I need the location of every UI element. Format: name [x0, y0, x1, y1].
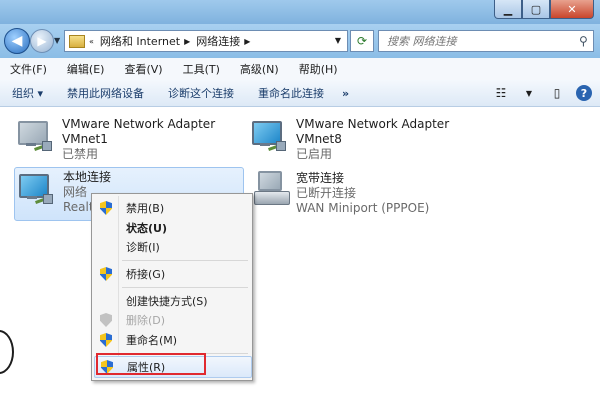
chevron-right-icon[interactable]: ▶: [184, 37, 190, 46]
menu-separator: [122, 260, 248, 261]
diagnose-button[interactable]: 诊断这个连接: [156, 85, 246, 101]
network-adapter-icon: [15, 170, 55, 210]
chevron-right-icon[interactable]: ▶: [244, 37, 250, 46]
uac-shield-icon: [100, 313, 112, 327]
menu-file[interactable]: 文件(F): [0, 61, 57, 77]
connection-name: VMware Network Adapter: [296, 117, 450, 131]
network-folder-icon: [69, 34, 85, 48]
connections-list: VMware Network Adapter VMnet1 已禁用 VMware…: [0, 107, 600, 409]
forward-button[interactable]: ▶: [30, 29, 54, 53]
uac-shield-icon: [100, 267, 112, 281]
menu-help[interactable]: 帮助(H): [289, 61, 348, 77]
connection-device: VMnet8: [296, 132, 342, 146]
minimize-button[interactable]: ▁: [494, 0, 522, 19]
breadcrumb-network-internet[interactable]: 网络和 Internet: [100, 33, 180, 49]
uac-shield-icon: [100, 333, 112, 347]
connection-status: 已启用: [296, 147, 333, 161]
connection-device: VMnet1: [62, 132, 108, 146]
search-icon[interactable]: ⚲: [579, 34, 588, 48]
disable-device-button[interactable]: 禁用此网络设备: [55, 85, 156, 101]
chevron-double-left-icon[interactable]: «: [89, 37, 94, 46]
menu-advanced[interactable]: 高级(N): [230, 61, 289, 77]
menu-edit[interactable]: 编辑(E): [57, 61, 115, 77]
command-bar: 组织 ▾ 禁用此网络设备 诊断这个连接 重命名此连接 » ☷ ▼ ▯ ?: [0, 80, 600, 107]
menu-view[interactable]: 查看(V): [114, 61, 172, 77]
help-icon[interactable]: ?: [576, 85, 592, 101]
recent-pages-dropdown[interactable]: ▼: [54, 36, 60, 45]
connection-name: 宽带连接: [296, 171, 345, 185]
menu-separator: [122, 287, 248, 288]
window-controls: ▁ ▢ ✕: [494, 0, 594, 19]
organize-button[interactable]: 组织 ▾: [0, 85, 55, 101]
menu-item-disable[interactable]: 禁用(B): [94, 198, 250, 218]
rename-connection-button[interactable]: 重命名此连接: [246, 85, 336, 101]
change-view-icon[interactable]: ☷: [492, 84, 510, 102]
back-button[interactable]: ◀: [4, 28, 30, 54]
search-box[interactable]: ⚲: [378, 30, 594, 52]
search-input[interactable]: [379, 33, 579, 49]
refresh-button[interactable]: ⟳: [350, 30, 374, 52]
menu-item-bridge[interactable]: 桥接(G): [94, 264, 250, 284]
connection-name: VMware Network Adapter: [62, 117, 216, 131]
more-commands-button[interactable]: »: [336, 87, 355, 100]
menu-item-status[interactable]: 状态(U): [94, 218, 250, 238]
broadband-modem-icon: [248, 171, 290, 211]
address-row: ◀ ▶ ▼ « 网络和 Internet ▶ 网络连接 ▶ ▼ ⟳ ⚲: [0, 24, 600, 58]
maximize-button[interactable]: ▢: [522, 0, 550, 19]
menu-item-delete: 删除(D): [94, 310, 250, 330]
connection-item-vmnet8[interactable]: VMware Network Adapter VMnet8 已启用: [248, 115, 468, 167]
connection-status: 已禁用: [62, 147, 99, 161]
view-dropdown-icon[interactable]: ▼: [520, 84, 538, 102]
breadcrumb-network-connections[interactable]: 网络连接: [196, 33, 240, 49]
network-adapter-icon: [248, 117, 288, 157]
menu-item-diagnose[interactable]: 诊断(I): [94, 237, 250, 257]
connection-status: WAN Miniport (PPPOE): [296, 201, 430, 215]
uac-shield-icon: [100, 201, 112, 215]
connection-item-broadband[interactable]: 宽带连接 已断开连接 WAN Miniport (PPPOE): [248, 169, 468, 221]
highlight-box: [96, 353, 206, 375]
title-bar: ▁ ▢ ✕: [0, 0, 600, 24]
network-adapter-icon: [14, 117, 54, 157]
connection-device: 已断开连接: [296, 186, 357, 200]
menu-item-create-shortcut[interactable]: 创建快捷方式(S): [94, 291, 250, 311]
connection-name: 本地连接: [63, 170, 112, 184]
address-bar[interactable]: « 网络和 Internet ▶ 网络连接 ▶: [64, 30, 348, 52]
connection-item-vmnet1[interactable]: VMware Network Adapter VMnet1 已禁用: [14, 115, 234, 167]
menu-tools[interactable]: 工具(T): [173, 61, 230, 77]
menu-item-rename[interactable]: 重命名(M): [94, 330, 250, 350]
preview-pane-icon[interactable]: ▯: [548, 84, 566, 102]
address-dropdown[interactable]: ▼: [330, 30, 346, 50]
close-button[interactable]: ✕: [550, 0, 594, 19]
menu-bar: 文件(F) 编辑(E) 查看(V) 工具(T) 高级(N) 帮助(H): [0, 58, 600, 81]
